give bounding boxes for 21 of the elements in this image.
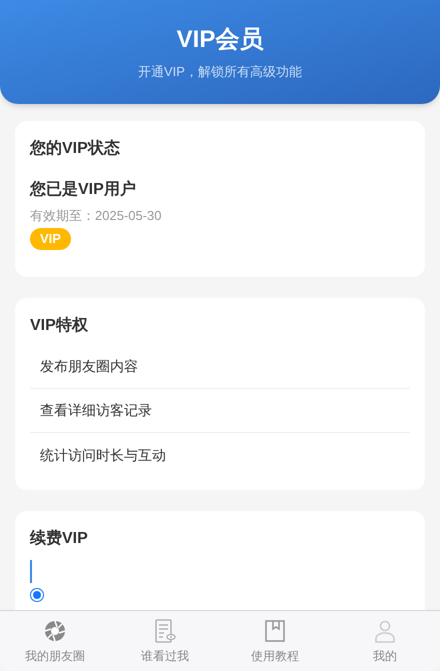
tab-bar-item[interactable]: 我的 xyxy=(330,611,440,671)
vip-status-text: 您已是VIP用户 xyxy=(30,179,137,200)
person-icon xyxy=(373,619,397,643)
vip-badge: VIP xyxy=(30,228,71,250)
radio-button[interactable] xyxy=(30,588,44,602)
aperture-icon xyxy=(43,619,67,643)
privilege-item: 发布朋友圈内容 xyxy=(40,357,138,376)
text-cursor xyxy=(30,560,32,583)
tab-bar-item[interactable]: 我的朋友圈 xyxy=(0,611,110,671)
card-title: 续费VIP xyxy=(30,528,89,549)
book-icon xyxy=(263,619,287,643)
card-title: 您的VIP状态 xyxy=(30,138,121,159)
card-title: VIP特权 xyxy=(30,316,89,336)
page-title: VIP会员 xyxy=(176,25,264,55)
privilege-item: 查看详细访客记录 xyxy=(40,401,152,420)
tab-bar-item[interactable]: 谁看过我 xyxy=(110,611,220,671)
expiry-date: 有效期至：2025-05-30 xyxy=(30,207,162,225)
tab-bar-item[interactable]: 使用教程 xyxy=(220,611,330,671)
page-subtitle: 开通VIP，解锁所有高级功能 xyxy=(138,63,302,81)
document-eye-icon xyxy=(153,619,177,643)
privilege-item: 统计访问时长与互动 xyxy=(40,446,166,464)
